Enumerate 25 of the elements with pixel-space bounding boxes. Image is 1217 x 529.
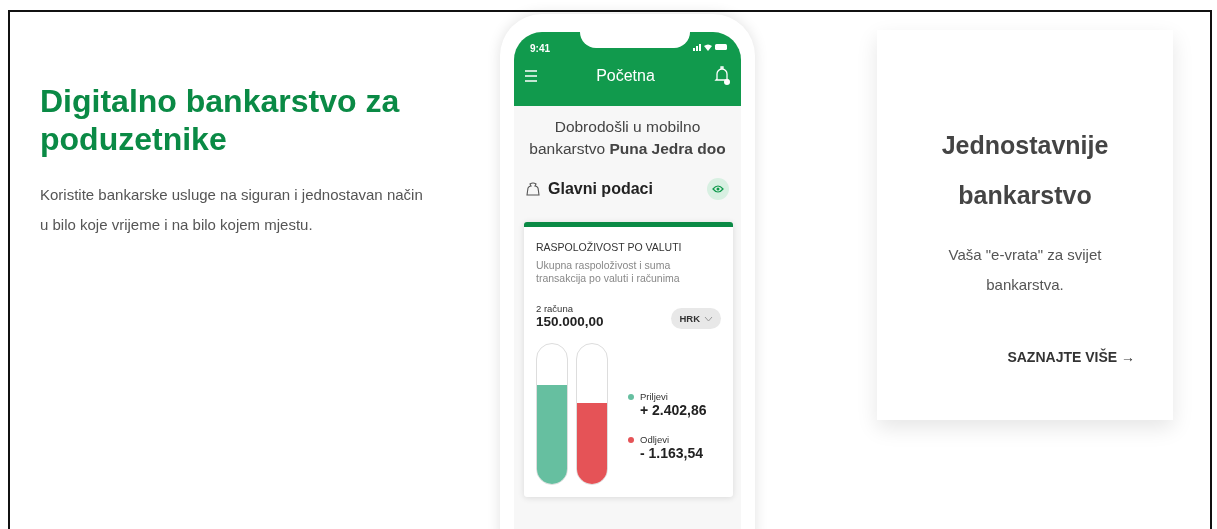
chevron-down-icon	[704, 315, 713, 322]
welcome-text: Dobrodošli u mobilno bankarstvo Puna Jedra doo	[528, 117, 727, 159]
legend-value: + 2.402,86	[640, 402, 707, 418]
promo-heading: Jednostavnije bankarstvo	[940, 130, 1110, 211]
learn-more-link[interactable]: SAZNAJTE VIŠE →	[1007, 349, 1135, 365]
balance-amount: 150.000,00	[536, 314, 604, 329]
bag-icon	[526, 182, 540, 196]
hero-description: Koristite bankarske usluge na siguran i jednostavan način u bilo koje vrijeme i na bilo kojem mjestu.	[40, 185, 424, 235]
currency-dropdown[interactable]: HRK	[671, 308, 721, 329]
accounts-count: 2 računa	[536, 303, 574, 314]
eye-icon	[712, 185, 724, 193]
card-title: RASPOLOŽIVOST PO VALUTI	[536, 241, 683, 253]
header-title: Početna	[596, 67, 655, 85]
bell-icon[interactable]	[713, 66, 731, 86]
card-subtitle: Ukupna raspoloživost i suma transakcija po valuti i računima	[536, 259, 681, 285]
legend-label: Odljevi	[640, 434, 671, 445]
legend-value: - 1.163,54	[640, 445, 705, 461]
hero-heading: Digitalno bankarstvo za poduzetnike	[40, 82, 401, 158]
legend-label: Priljevi	[640, 391, 669, 402]
menu-icon[interactable]	[524, 69, 538, 83]
section-title: Glavni podaci	[548, 180, 654, 198]
status-time: 9:41	[530, 43, 550, 54]
visibility-toggle[interactable]	[707, 178, 729, 200]
status-icons-icon	[693, 43, 727, 51]
promo-description: Vaša "e-vrata" za svijet bankarstva.	[947, 245, 1103, 295]
